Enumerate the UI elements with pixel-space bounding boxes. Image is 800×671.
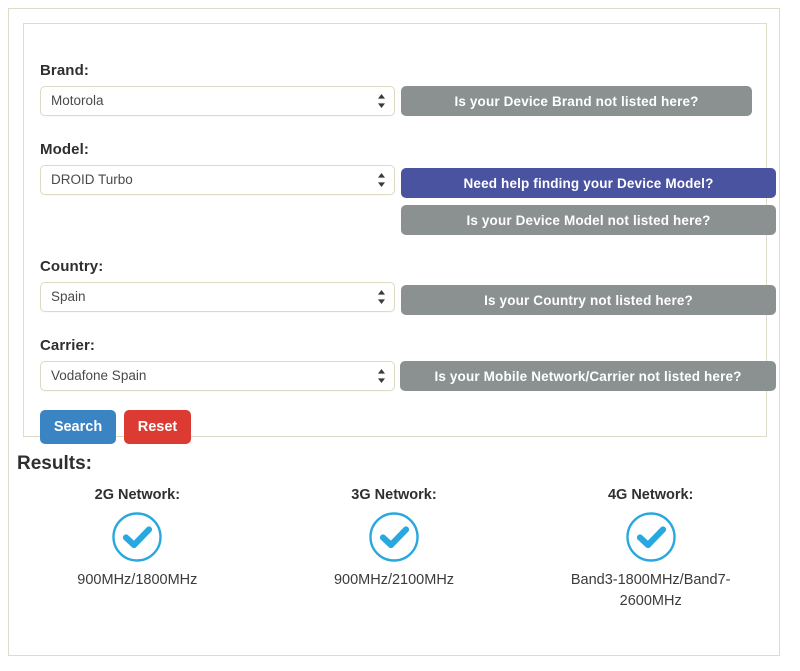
result-2g: 2G Network: 900MHz/1800MHz	[9, 487, 266, 612]
device-compatibility-checker: Brand: Motorola Is your Device Brand not…	[0, 0, 800, 671]
outer-card: Brand: Motorola Is your Device Brand not…	[8, 8, 780, 656]
carrier-label: Carrier:	[40, 337, 95, 354]
results-row: 2G Network: 900MHz/1800MHz 3G Network: 9…	[9, 487, 779, 612]
country-label: Country:	[40, 258, 104, 275]
brand-select[interactable]: Motorola	[40, 86, 395, 116]
brand-label: Brand:	[40, 62, 89, 79]
carrier-select[interactable]: Vodafone Spain	[40, 361, 395, 391]
reset-button[interactable]: Reset	[124, 410, 191, 444]
check-circle-icon	[368, 511, 420, 563]
country-not-listed-button[interactable]: Is your Country not listed here?	[401, 285, 776, 315]
result-title: 3G Network:	[351, 487, 437, 503]
result-title: 4G Network:	[607, 487, 694, 503]
results-heading: Results:	[17, 453, 92, 474]
model-not-listed-button[interactable]: Is your Device Model not listed here?	[401, 205, 776, 235]
model-label: Model:	[40, 141, 89, 158]
model-select-wrap[interactable]: DROID Turbo	[40, 165, 395, 195]
carrier-select-wrap[interactable]: Vodafone Spain	[40, 361, 395, 391]
model-select[interactable]: DROID Turbo	[40, 165, 395, 195]
result-bands: 900MHz/2100MHz	[333, 572, 455, 588]
result-bands: Band3-1800MHz/Band7-2600MHz	[570, 572, 731, 610]
check-circle-icon	[625, 511, 677, 563]
country-select[interactable]: Spain	[40, 282, 395, 312]
result-title: 2G Network:	[94, 487, 181, 503]
search-button[interactable]: Search	[40, 410, 116, 444]
search-form-panel: Brand: Motorola Is your Device Brand not…	[23, 23, 776, 444]
country-select-wrap[interactable]: Spain	[40, 282, 395, 312]
carrier-not-listed-button[interactable]: Is your Mobile Network/Carrier not liste…	[400, 361, 776, 391]
brand-not-listed-button[interactable]: Is your Device Brand not listed here?	[401, 86, 752, 116]
result-3g: 3G Network: 900MHz/2100MHz	[266, 487, 523, 612]
check-circle-icon	[111, 511, 163, 563]
brand-select-wrap[interactable]: Motorola	[40, 86, 395, 116]
result-bands: 900MHz/1800MHz	[77, 572, 198, 588]
result-4g: 4G Network: Band3-1800MHz/Band7-2600MHz	[522, 487, 779, 612]
model-help-button[interactable]: Need help finding your Device Model?	[401, 168, 776, 198]
